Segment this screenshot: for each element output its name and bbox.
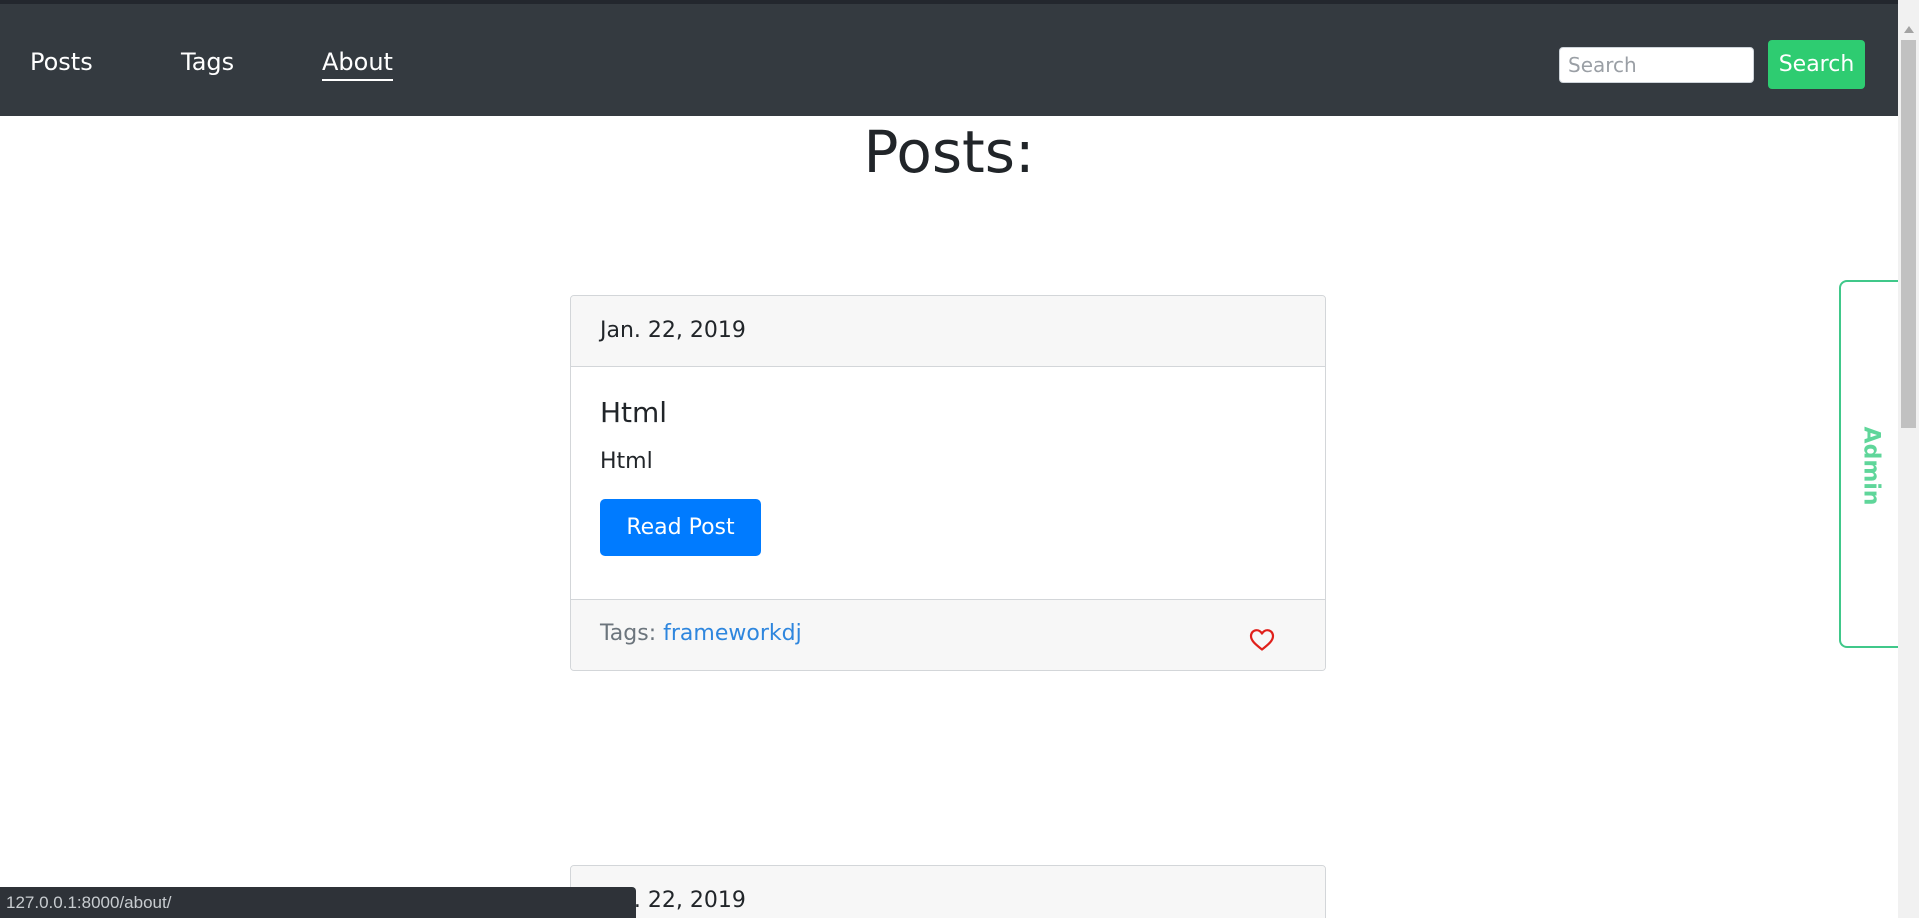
page-title: Posts: [863,118,1035,186]
tags-label: Tags: [600,621,657,646]
post-excerpt: Html [600,449,653,474]
search-input[interactable] [1559,47,1754,83]
admin-tab-label: Admin [1858,426,1884,506]
post-date: Jan. 22, 2019 [571,296,1325,367]
nav-link-tags[interactable]: Tags [181,46,234,78]
post-card: Jan. 22, 2019 [570,865,1326,918]
scroll-up-arrow-icon[interactable] [1904,26,1914,33]
scroll-thumb[interactable] [1901,40,1916,428]
post-title: Html [600,396,668,429]
post-date: Jan. 22, 2019 [571,866,1325,918]
nav-link-posts[interactable]: Posts [30,46,93,78]
post-card: Jan. 22, 2019 Html Html Read Post Tags: … [570,295,1326,671]
post-footer: Tags: frameworkdj [571,599,1325,670]
nav-link-about[interactable]: About [322,46,393,81]
search-button[interactable]: Search [1768,40,1865,89]
page: Posts Tags About Search Posts: Jan. 22, … [0,0,1919,918]
heart-icon[interactable] [1249,628,1275,652]
admin-tab[interactable]: Admin [1839,280,1899,648]
post-body: Html Html Read Post [571,367,1325,599]
tag-link[interactable]: frameworkdj [663,621,802,646]
navbar: Posts Tags About Search [0,4,1898,116]
scrollbar[interactable] [1898,0,1919,918]
status-bar-url: 127.0.0.1:8000/about/ [0,887,636,918]
read-post-button[interactable]: Read Post [600,499,761,556]
